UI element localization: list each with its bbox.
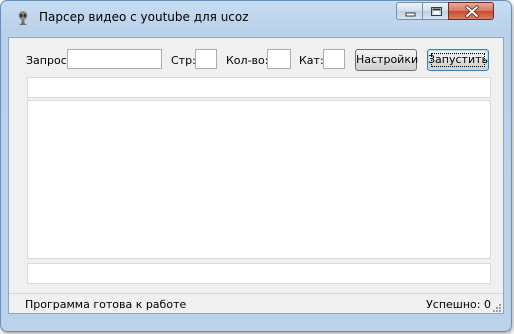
main-window: Парсер видео с youtube для ucoz Запрос: … xyxy=(0,0,512,332)
client-area: Запрос: Стр: Кол-во: Кат: Настройки Запу… xyxy=(8,37,504,314)
output-field[interactable] xyxy=(27,263,491,284)
log-textarea[interactable] xyxy=(27,100,491,259)
maximize-icon xyxy=(431,7,442,16)
minimize-icon xyxy=(405,12,416,17)
page-input[interactable] xyxy=(195,49,217,69)
resize-grip-icon[interactable] xyxy=(492,303,502,313)
status-bar: Программа готова к работе Успешно: 0 xyxy=(9,293,503,314)
category-input[interactable] xyxy=(323,49,345,69)
run-button[interactable]: Запустить xyxy=(427,49,489,71)
success-counter: Успешно: 0 xyxy=(426,298,491,311)
title-bar[interactable]: Парсер видео с youtube для ucoz xyxy=(1,1,511,31)
window-title: Парсер видео с youtube для ucoz xyxy=(39,10,249,24)
status-message: Программа готова к работе xyxy=(25,298,187,311)
maximize-button[interactable] xyxy=(422,2,449,20)
progress-field xyxy=(27,77,491,98)
count-input[interactable] xyxy=(267,49,291,69)
settings-button[interactable]: Настройки xyxy=(355,49,418,71)
category-label: Кат: xyxy=(299,54,324,67)
count-label: Кол-во: xyxy=(226,54,269,67)
query-label: Запрос: xyxy=(26,54,71,67)
alien-app-icon xyxy=(18,11,28,25)
close-icon xyxy=(465,5,479,18)
query-input[interactable] xyxy=(67,49,162,69)
minimize-button[interactable] xyxy=(396,2,423,20)
close-button[interactable] xyxy=(448,2,494,20)
page-label: Стр: xyxy=(171,54,196,67)
